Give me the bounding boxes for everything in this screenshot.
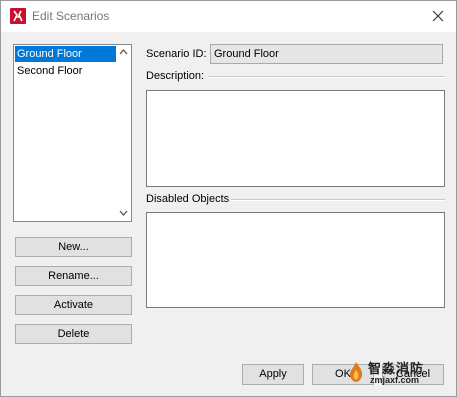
list-scrollbar[interactable] (116, 45, 131, 221)
rename-button[interactable]: Rename... (15, 266, 132, 286)
window-title: Edit Scenarios (32, 9, 110, 23)
chevron-up-icon (119, 49, 128, 55)
activate-button[interactable]: Activate (15, 295, 132, 315)
title-bar: Edit Scenarios (1, 1, 456, 32)
scenario-id-field: Ground Floor (210, 44, 443, 64)
list-item-ground-floor[interactable]: Ground Floor (15, 46, 118, 62)
scroll-up-button[interactable] (116, 45, 131, 60)
watermark-url: zmjaxf.com (370, 375, 420, 385)
watermark: 智淼消防 zmjaxf.com (346, 358, 446, 388)
description-separator (208, 76, 445, 78)
description-textarea[interactable] (146, 90, 445, 187)
disabled-objects-list[interactable] (146, 212, 445, 308)
chevron-down-icon (119, 210, 128, 216)
description-label: Description: (146, 70, 205, 82)
close-icon (432, 10, 444, 22)
app-logo-icon (10, 8, 26, 24)
new-button[interactable]: New... (15, 237, 132, 257)
apply-button[interactable]: Apply (242, 364, 304, 385)
scenario-id-label: Scenario ID: (146, 48, 207, 60)
disabled-objects-label: Disabled Objects (146, 193, 230, 205)
watermark-flame-icon (349, 362, 363, 382)
delete-button[interactable]: Delete (15, 324, 132, 344)
scenario-list[interactable]: Ground Floor Second Floor (13, 44, 132, 222)
list-item-second-floor[interactable]: Second Floor (15, 63, 118, 79)
disabled-objects-separator (231, 199, 445, 201)
close-button[interactable] (420, 1, 456, 32)
edit-scenarios-dialog: Edit Scenarios Ground Floor Second Floor… (0, 0, 457, 397)
scroll-down-button[interactable] (116, 206, 131, 221)
